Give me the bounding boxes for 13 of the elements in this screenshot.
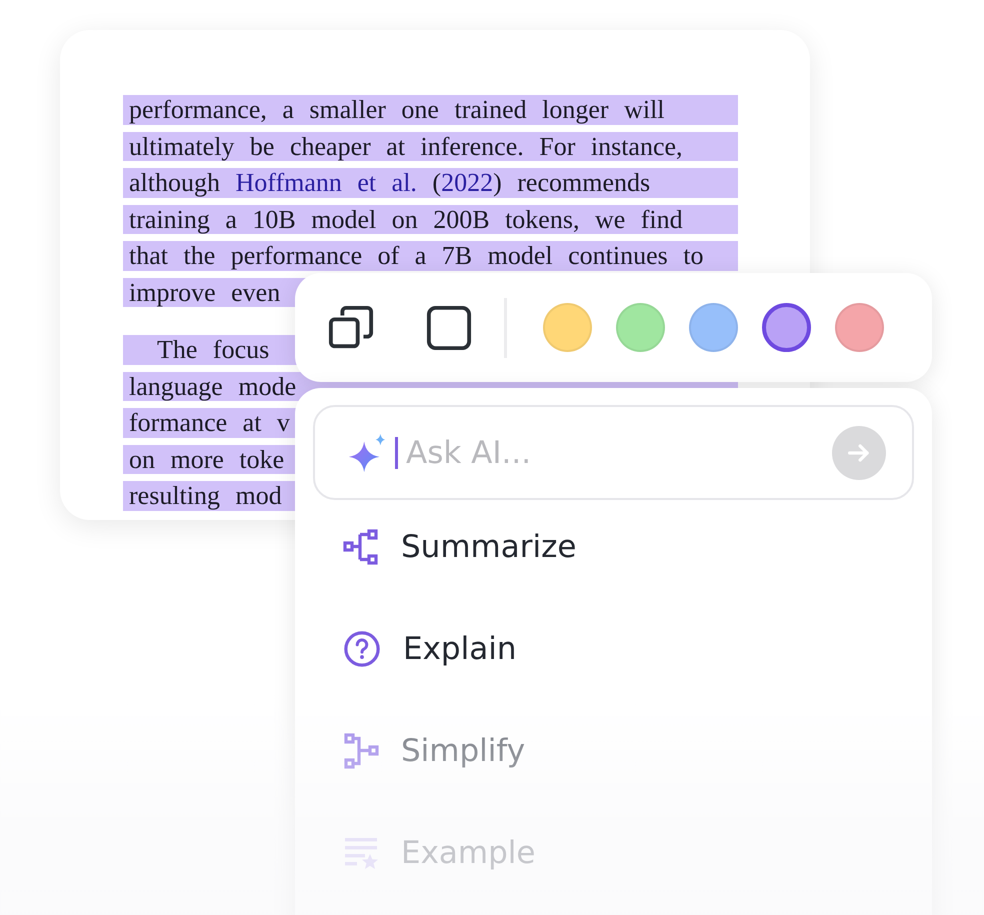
ask-ai-input[interactable]: Ask AI... [395,436,832,468]
action-item[interactable]: Summarize [401,529,576,565]
color-swatch[interactable] [762,303,811,352]
action-item[interactable]: Explain [403,631,516,667]
citation-link[interactable]: 2022 [441,168,494,197]
square-icon[interactable] [426,304,472,350]
flowchart-icon [343,529,379,565]
copy-icon[interactable] [328,304,374,350]
send-button[interactable] [832,426,886,480]
flowchart-icon [343,733,379,769]
question-icon [343,630,381,668]
list-star-icon [343,835,379,871]
citation-link[interactable]: Hoffmann et al. [236,168,417,197]
